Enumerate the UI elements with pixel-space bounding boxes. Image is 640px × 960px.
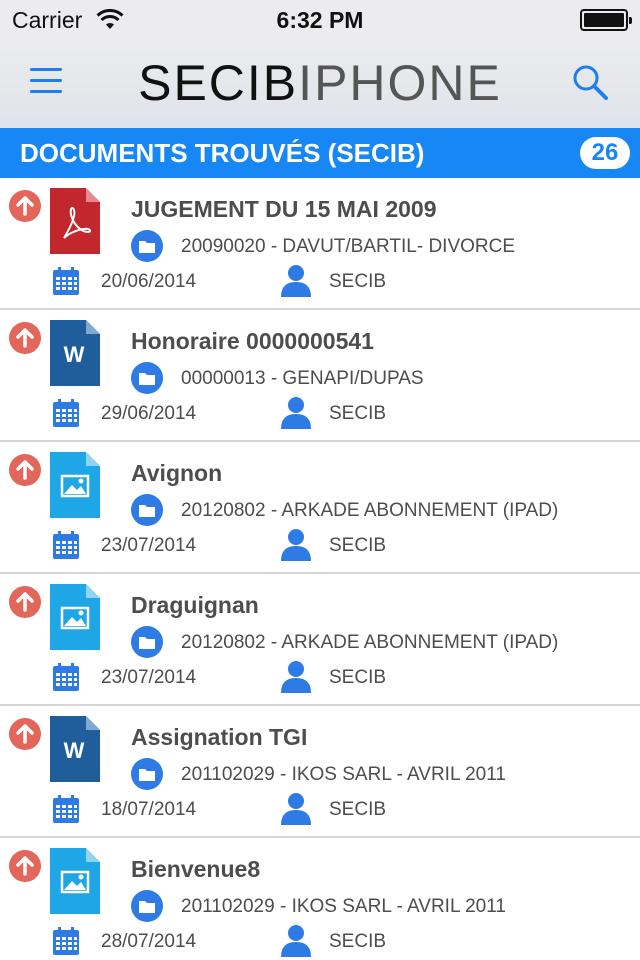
image-file-icon — [50, 452, 100, 518]
document-folder: 20090020 - DAVUT/BARTIL- DIVORCE — [181, 236, 516, 257]
document-date: 23/07/2014 — [101, 667, 197, 688]
user-icon — [281, 661, 311, 693]
folder-icon — [131, 494, 163, 526]
document-title: JUGEMENT DU 15 MAI 2009 — [131, 196, 437, 222]
document-row[interactable]: JUGEMENT DU 15 MAI 2009 20090020 - DAVUT… — [0, 178, 640, 310]
document-date: 18/07/2014 — [101, 799, 197, 820]
folder-icon — [131, 362, 163, 394]
calendar-icon — [53, 267, 79, 295]
document-folder: 00000013 - GENAPI/DUPAS — [181, 368, 424, 389]
status-bar: Carrier 6:32 PM — [0, 0, 640, 40]
section-title: DOCUMENTS TROUVÉS (SECIB) — [20, 138, 425, 168]
document-row[interactable]: Avignon 20120802 - ARKADE ABONNEMENT (IP… — [0, 442, 640, 574]
document-title: Bienvenue8 — [131, 856, 261, 882]
document-author: SECIB — [329, 535, 387, 556]
document-title: Draguignan — [131, 592, 259, 618]
document-author: SECIB — [329, 931, 387, 952]
pdf-file-icon — [50, 188, 100, 254]
folder-icon — [131, 758, 163, 790]
document-folder: 201102029 - IKOS SARL - AVRIL 2011 — [181, 764, 506, 785]
folder-icon — [131, 890, 163, 922]
app-logo: SECIBIPHONE — [0, 54, 640, 112]
document-date: 20/06/2014 — [101, 271, 197, 292]
logo-part-1: SECIB — [138, 55, 299, 111]
word-file-icon: W — [50, 320, 100, 386]
calendar-icon — [53, 663, 79, 691]
upload-arrow-icon[interactable] — [9, 850, 41, 882]
user-icon — [281, 925, 311, 957]
image-file-icon — [50, 848, 100, 914]
document-author: SECIB — [329, 403, 387, 424]
folder-icon — [131, 230, 163, 262]
user-icon — [281, 397, 311, 429]
clock: 6:32 PM — [276, 7, 364, 33]
upload-arrow-icon[interactable] — [9, 322, 41, 354]
document-author: SECIB — [329, 799, 387, 820]
user-icon — [281, 265, 311, 297]
svg-text:W: W — [64, 738, 85, 763]
document-folder: 20120802 - ARKADE ABONNEMENT (IPAD) — [181, 500, 559, 521]
upload-arrow-icon[interactable] — [9, 586, 41, 618]
document-title: Assignation TGI — [131, 724, 308, 750]
nav-bar: SECIBIPHONE — [0, 40, 640, 128]
document-date: 28/07/2014 — [101, 931, 197, 952]
document-row[interactable]: W Assignation TGI 201102029 - IKOS SARL … — [0, 706, 640, 838]
document-title: Honoraire 0000000541 — [131, 328, 374, 354]
document-author: SECIB — [329, 667, 387, 688]
upload-arrow-icon[interactable] — [9, 454, 41, 486]
document-list: JUGEMENT DU 15 MAI 2009 20090020 - DAVUT… — [0, 178, 640, 960]
document-title: Avignon — [131, 460, 223, 486]
document-row[interactable]: W Honoraire 0000000541 00000013 - GENAPI… — [0, 310, 640, 442]
upload-arrow-icon[interactable] — [9, 718, 41, 750]
word-file-icon: W — [50, 716, 100, 782]
document-folder: 20120802 - ARKADE ABONNEMENT (IPAD) — [181, 632, 559, 653]
user-icon — [281, 793, 311, 825]
calendar-icon — [53, 927, 79, 955]
calendar-icon — [53, 795, 79, 823]
document-date: 23/07/2014 — [101, 535, 197, 556]
document-date: 29/06/2014 — [101, 403, 197, 424]
document-row[interactable]: Draguignan 20120802 - ARKADE ABONNEMENT … — [0, 574, 640, 706]
results-count-badge: 26 — [580, 137, 630, 169]
user-icon — [281, 529, 311, 561]
battery-icon — [580, 9, 632, 31]
svg-text:W: W — [64, 342, 85, 367]
calendar-icon — [53, 531, 79, 559]
section-header: DOCUMENTS TROUVÉS (SECIB) 26 — [0, 128, 640, 178]
calendar-icon — [53, 399, 79, 427]
folder-icon — [131, 626, 163, 658]
upload-arrow-icon[interactable] — [9, 190, 41, 222]
document-author: SECIB — [329, 271, 387, 292]
document-row[interactable]: Bienvenue8 201102029 - IKOS SARL - AVRIL… — [0, 838, 640, 960]
document-folder: 201102029 - IKOS SARL - AVRIL 2011 — [181, 896, 506, 917]
search-icon[interactable] — [570, 62, 610, 102]
image-file-icon — [50, 584, 100, 650]
logo-part-2: IPHONE — [298, 55, 502, 111]
